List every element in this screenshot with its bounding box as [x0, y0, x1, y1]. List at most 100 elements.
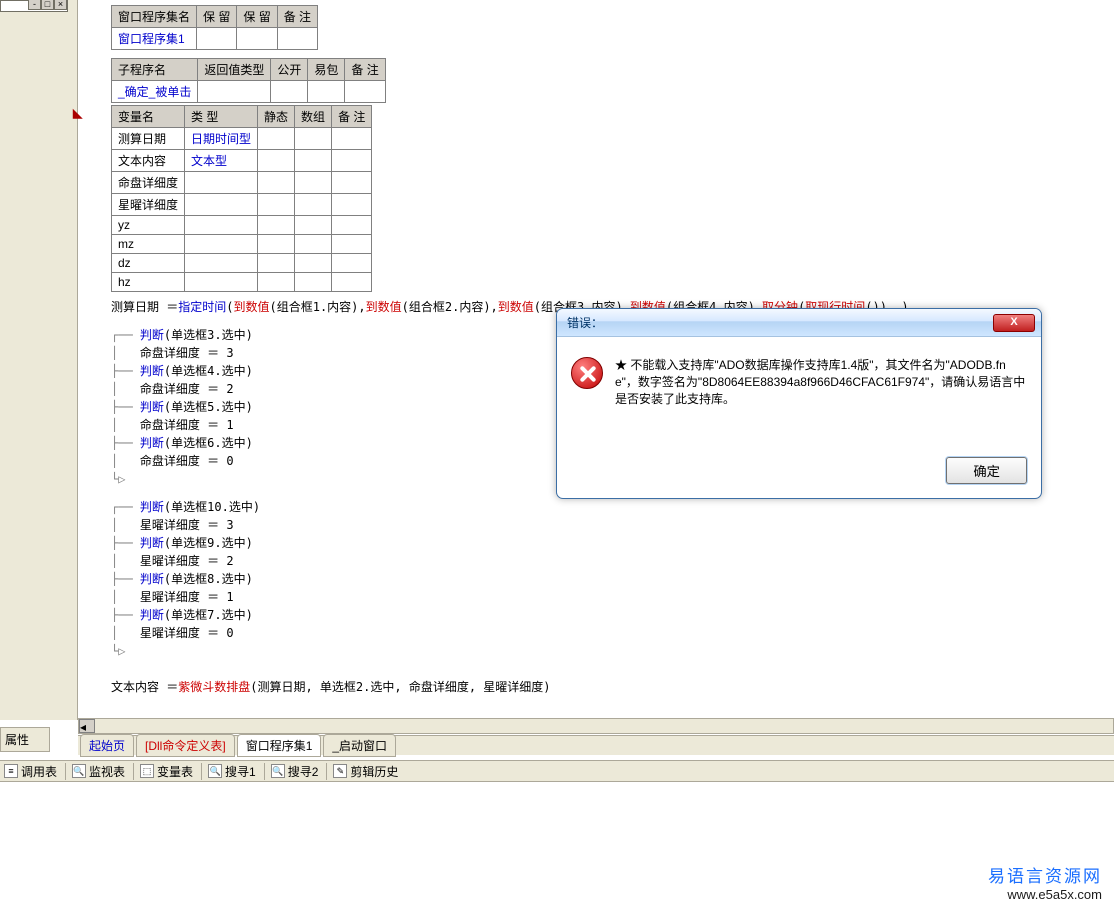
table-cell[interactable]: yz — [112, 216, 185, 235]
table-cell[interactable] — [332, 273, 372, 292]
table-row[interactable]: dz — [112, 254, 372, 273]
dialog-close-button[interactable]: X — [993, 314, 1035, 332]
table-cell[interactable] — [258, 150, 295, 172]
mini-window-widget: - □ × — [0, 0, 68, 12]
table-cell[interactable]: 测算日期 — [112, 128, 185, 150]
table-header: 类 型 — [185, 106, 258, 128]
toolbar-item[interactable]: ⬚变量表 — [140, 763, 202, 780]
table-cell[interactable] — [258, 128, 295, 150]
horizontal-scrollbar[interactable]: ◂ — [78, 718, 1114, 734]
minimize-icon[interactable]: - — [28, 0, 41, 10]
toolbar-label: 搜寻1 — [225, 763, 256, 780]
code-line[interactable]: │ 星曜详细度 ＝ 1 — [111, 588, 1114, 606]
dialog-ok-button[interactable]: 确定 — [946, 457, 1027, 484]
table-cell[interactable]: _确定_被单击 — [112, 81, 198, 103]
table-cell[interactable] — [332, 254, 372, 273]
table-cell[interactable]: 窗口程序集1 — [112, 28, 197, 50]
toolbar-label: 监视表 — [89, 763, 125, 780]
table-header: 备 注 — [332, 106, 372, 128]
table-cell[interactable] — [345, 81, 385, 103]
table-row[interactable]: 窗口程序集1 — [112, 28, 318, 50]
table-cell[interactable] — [258, 254, 295, 273]
table-cell[interactable]: 命盘详细度 — [112, 172, 185, 194]
toolbar-icon: ≡ — [4, 764, 18, 778]
table-cell[interactable] — [332, 128, 372, 150]
toolbar-item[interactable]: ✎剪辑历史 — [333, 763, 406, 780]
editor-tab[interactable]: _启动窗口 — [323, 734, 396, 757]
table-cell[interactable] — [185, 273, 258, 292]
table-row[interactable]: 文本内容文本型 — [112, 150, 372, 172]
table-cell[interactable]: 文本型 — [185, 150, 258, 172]
table-header: 易包 — [308, 59, 345, 81]
close-icon[interactable]: × — [54, 0, 67, 10]
scroll-left-button[interactable]: ◂ — [79, 719, 95, 733]
table-cell[interactable] — [185, 235, 258, 254]
table-row[interactable]: mz — [112, 235, 372, 254]
toolbar-item[interactable]: 🔍监视表 — [72, 763, 134, 780]
table-cell[interactable] — [258, 194, 295, 216]
marker-icon: ◣ — [73, 106, 82, 120]
table-cell[interactable] — [258, 172, 295, 194]
table-cell[interactable]: mz — [112, 235, 185, 254]
table-cell[interactable] — [332, 172, 372, 194]
code-line[interactable]: │ 星曜详细度 ＝ 0 — [111, 624, 1114, 642]
table-cell[interactable] — [295, 194, 332, 216]
toolbar-item[interactable]: ≡调用表 — [4, 763, 66, 780]
table-cell[interactable]: 日期时间型 — [185, 128, 258, 150]
dialog-titlebar[interactable]: 错误： X — [557, 309, 1041, 337]
table-cell[interactable] — [295, 172, 332, 194]
code-line[interactable]: │ 星曜详细度 ＝ 2 — [111, 552, 1114, 570]
table-cell[interactable] — [332, 216, 372, 235]
editor-tab[interactable]: [Dll命令定义表] — [136, 734, 235, 757]
table-cell[interactable] — [295, 216, 332, 235]
table-row[interactable]: 测算日期日期时间型 — [112, 128, 372, 150]
table-cell[interactable] — [295, 150, 332, 172]
table-header: 返回值类型 — [198, 59, 271, 81]
table-cell[interactable]: dz — [112, 254, 185, 273]
toolbar-label: 变量表 — [157, 763, 193, 780]
table-cell[interactable] — [197, 28, 237, 50]
table-cell[interactable] — [295, 254, 332, 273]
table-cell[interactable]: hz — [112, 273, 185, 292]
code-line[interactable]: │ 星曜详细度 ＝ 3 — [111, 516, 1114, 534]
table-row[interactable]: 命盘详细度 — [112, 172, 372, 194]
table-cell[interactable] — [185, 254, 258, 273]
table-cell[interactable] — [185, 172, 258, 194]
error-dialog: 错误： X ★ 不能载入支持库"ADO数据库操作支持库1.4版"，其文件名为"A… — [556, 308, 1042, 499]
table-cell[interactable]: 星曜详细度 — [112, 194, 185, 216]
table-cell[interactable] — [271, 81, 308, 103]
table-cell[interactable] — [277, 28, 317, 50]
maximize-icon[interactable]: □ — [41, 0, 54, 10]
table-cell[interactable] — [258, 273, 295, 292]
table-row[interactable]: hz — [112, 273, 372, 292]
table-header: 静态 — [258, 106, 295, 128]
table-cell[interactable] — [295, 128, 332, 150]
table-cell[interactable] — [332, 194, 372, 216]
table-cell[interactable] — [185, 194, 258, 216]
table-header: 备 注 — [277, 6, 317, 28]
table-cell[interactable] — [295, 235, 332, 254]
table-row[interactable]: _确定_被单击 — [112, 81, 386, 103]
code-line[interactable]: ├── 判断 (单选框9.选中) — [111, 534, 1114, 552]
toolbar-item[interactable]: 🔍搜寻2 — [271, 763, 328, 780]
code-line[interactable]: ├── 判断 (单选框8.选中) — [111, 570, 1114, 588]
editor-tab[interactable]: 窗口程序集1 — [237, 734, 322, 757]
table-cell[interactable] — [332, 150, 372, 172]
toolbar-item[interactable]: 🔍搜寻1 — [208, 763, 265, 780]
table-cell[interactable] — [237, 28, 277, 50]
code-line[interactable]: ┌── 判断 (单选框10.选中) — [111, 498, 1114, 516]
table-cell[interactable] — [332, 235, 372, 254]
table-row[interactable]: yz — [112, 216, 372, 235]
table-cell[interactable] — [308, 81, 345, 103]
editor-tab[interactable]: 起始页 — [80, 734, 134, 757]
code-line[interactable]: ├── 判断 (单选框7.选中) — [111, 606, 1114, 624]
table-cell[interactable] — [295, 273, 332, 292]
properties-panel-label: 属性 — [0, 727, 50, 752]
table-cell[interactable] — [258, 216, 295, 235]
table-cell[interactable] — [198, 81, 271, 103]
table-header: 保 留 — [237, 6, 277, 28]
table-row[interactable]: 星曜详细度 — [112, 194, 372, 216]
table-cell[interactable]: 文本内容 — [112, 150, 185, 172]
table-cell[interactable] — [185, 216, 258, 235]
table-cell[interactable] — [258, 235, 295, 254]
